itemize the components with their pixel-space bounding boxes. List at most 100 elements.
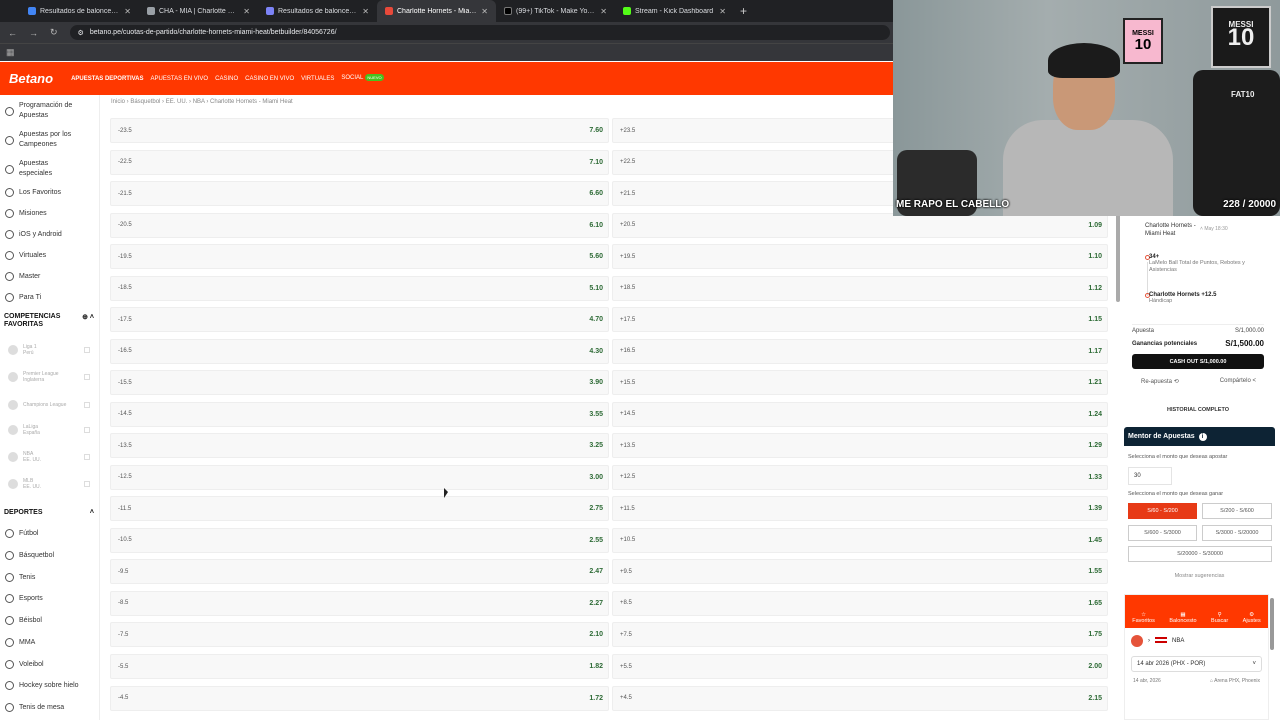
nav-virtuals[interactable]: VIRTUALES <box>301 76 334 82</box>
favorite-competition[interactable]: Premier League Inglaterra <box>0 371 98 383</box>
odds-button[interactable]: -20.5 6.10 <box>110 212 609 238</box>
sidebar-item-master[interactable]: Master <box>0 272 45 281</box>
sport-item[interactable]: MMA <box>0 638 40 647</box>
info-icon[interactable]: i <box>1198 432 1207 441</box>
sidebar-scrollbar[interactable] <box>1270 598 1274 650</box>
sidebar-item-for-you[interactable]: Para Ti <box>0 293 46 302</box>
favorite-checkbox[interactable] <box>84 374 90 380</box>
odds-button[interactable]: +20.5 1.09 <box>612 212 1108 238</box>
odds-button[interactable]: -21.5 6.60 <box>110 181 609 206</box>
odds-button[interactable]: -10.5 2.55 <box>110 527 609 553</box>
odds-button[interactable]: +15.5 1.21 <box>612 370 1108 395</box>
sport-item[interactable]: Béisbol <box>0 616 47 625</box>
sidebar-item-apps[interactable]: iOS y Android <box>0 230 67 239</box>
favorite-competition[interactable]: NBA EE. UU. <box>0 451 98 463</box>
nav-sports-betting[interactable]: APUESTAS DEPORTIVAS <box>71 76 143 82</box>
odds-button[interactable]: -13.5 3.25 <box>110 433 609 458</box>
win-range-option[interactable]: S/3000 - S/20000 <box>1202 525 1272 541</box>
new-tab-icon[interactable]: + <box>734 0 753 22</box>
close-icon[interactable]: ✕ <box>719 7 726 16</box>
mobile-nav-favorites[interactable]: ☆ Favoritos <box>1132 612 1155 624</box>
browser-tab[interactable]: Resultados de baloncesto en d✕ <box>258 0 377 22</box>
close-icon[interactable]: ✕ <box>362 7 369 16</box>
browser-tab-active[interactable]: Charlotte Hornets - Miami Heat ✕ <box>377 0 496 22</box>
win-range-option-selected[interactable]: S/60 - S/200 <box>1128 503 1197 519</box>
odds-button[interactable]: +14.5 1.24 <box>612 401 1108 427</box>
odds-button[interactable]: -7.5 2.10 <box>110 622 609 647</box>
odds-button[interactable]: +7.5 1.75 <box>612 622 1108 647</box>
odds-button[interactable]: -12.5 3.00 <box>110 464 609 490</box>
close-icon[interactable]: ✕ <box>243 7 250 16</box>
nav-social[interactable]: SOCIAL NUEVO <box>341 74 384 82</box>
odds-button[interactable]: -22.5 7.10 <box>110 149 609 175</box>
close-icon[interactable]: ✕ <box>124 7 131 16</box>
favorite-competition[interactable]: Liga 1 Perú <box>0 344 98 356</box>
browser-tab[interactable]: Resultados de baloncesto en v✕ <box>20 0 139 22</box>
win-range-option[interactable]: S/20000 - S/30000 <box>1128 546 1272 562</box>
odds-button[interactable]: +10.5 1.45 <box>612 527 1108 553</box>
sidebar-item-specials[interactable]: Apuestas especiales <box>0 159 64 179</box>
favorite-checkbox[interactable] <box>84 481 90 487</box>
odds-button[interactable]: -5.5 1.82 <box>110 654 609 679</box>
sidebar-item-virtuals[interactable]: Virtuales <box>0 251 51 260</box>
sport-item[interactable]: Fútbol <box>0 529 43 538</box>
odds-button[interactable]: -16.5 4.30 <box>110 338 609 364</box>
sport-item[interactable]: Esports <box>0 594 48 603</box>
win-range-option[interactable]: S/600 - S/3000 <box>1128 525 1197 541</box>
odds-button[interactable]: +13.5 1.29 <box>612 433 1108 458</box>
odds-button[interactable]: +17.5 1.15 <box>612 307 1108 332</box>
rebet-button[interactable]: Re-apuesta ⟲ <box>1141 378 1179 385</box>
breadcrumb[interactable]: Inicio › Básquetbol › EE. UU. › NBA › Ch… <box>111 99 293 105</box>
odds-button[interactable]: +4.5 2.15 <box>612 685 1108 711</box>
odds-button[interactable]: -4.5 1.72 <box>110 685 609 711</box>
chevron-up-icon[interactable]: ⊕ ˄ <box>82 313 94 329</box>
sports-header[interactable]: DEPORTES ˄ <box>0 509 98 516</box>
sidebar-item-schedule[interactable]: Programación de Apuestas <box>0 101 84 121</box>
full-history-link[interactable]: HISTORIAL COMPLETO <box>1132 407 1264 413</box>
win-range-option[interactable]: S/200 - S/600 <box>1202 503 1272 519</box>
close-icon[interactable]: ✕ <box>481 7 488 16</box>
sidebar-item-missions[interactable]: Misiones <box>0 209 52 218</box>
odds-button[interactable]: -18.5 5.10 <box>110 275 609 301</box>
browser-tab[interactable]: (99+) TikTok - Make Your Day ✕ <box>496 0 615 22</box>
site-logo[interactable]: Betano <box>9 71 53 86</box>
odds-button[interactable]: -19.5 5.60 <box>110 244 609 269</box>
show-suggestions-link[interactable]: Mostrar sugerencias <box>1124 573 1275 579</box>
favorite-checkbox[interactable] <box>84 347 90 353</box>
odds-button[interactable]: -17.5 4.70 <box>110 307 609 332</box>
sidebar-item-favorites[interactable]: Los Favoritos <box>0 188 66 197</box>
close-icon[interactable]: ✕ <box>600 7 607 16</box>
site-info-icon[interactable]: ⚙ <box>78 29 84 37</box>
apps-icon[interactable]: ▦ <box>6 47 15 57</box>
odds-button[interactable]: +19.5 1.10 <box>612 244 1108 269</box>
share-button[interactable]: Compártelo < <box>1220 378 1256 385</box>
odds-button[interactable]: +12.5 1.33 <box>612 464 1108 490</box>
reload-icon[interactable]: ↻ <box>50 27 58 38</box>
mobile-match-select[interactable]: 14 abr 2026 (PHX - POR) ˅ <box>1131 656 1262 672</box>
odds-button[interactable]: -11.5 2.75 <box>110 496 609 521</box>
mobile-nav-settings[interactable]: ⚙ Ajustes <box>1243 612 1261 624</box>
favorite-competition[interactable]: Champions League <box>0 400 98 410</box>
chevron-up-icon[interactable]: ˄ <box>90 509 94 516</box>
odds-button[interactable]: +8.5 1.65 <box>612 590 1108 616</box>
mobile-league-row[interactable]: › NBA <box>1125 628 1268 654</box>
cashout-button[interactable]: CASH OUT S/1,000.00 <box>1132 354 1264 369</box>
favorite-checkbox[interactable] <box>84 427 90 433</box>
browser-tab[interactable]: CHA - MIA | Charlotte Hornets✕ <box>139 0 258 22</box>
sidebar-item-champions[interactable]: Apuestas por los Campeones <box>0 130 84 150</box>
odds-button[interactable]: +16.5 1.17 <box>612 338 1108 364</box>
odds-button[interactable]: +11.5 1.39 <box>612 496 1108 521</box>
mobile-nav-basketball[interactable]: ▦ Baloncesto <box>1169 612 1196 624</box>
sport-item[interactable]: Tenis <box>0 573 40 582</box>
odds-button[interactable]: -14.5 3.55 <box>110 401 609 427</box>
favorite-checkbox[interactable] <box>84 402 90 408</box>
forward-icon[interactable]: → <box>29 28 38 38</box>
favorite-competition[interactable]: LaLiga España <box>0 424 98 436</box>
back-icon[interactable]: ← <box>8 28 17 38</box>
favorite-competition[interactable]: MLB EE. UU. <box>0 478 98 490</box>
odds-button[interactable]: -9.5 2.47 <box>110 559 609 584</box>
sport-item[interactable]: Voleibol <box>0 660 49 669</box>
nav-live-betting[interactable]: APUESTAS EN VIVO <box>151 76 209 82</box>
nav-casino[interactable]: CASINO <box>215 76 238 82</box>
sport-item[interactable]: Hockey sobre hielo <box>0 681 84 690</box>
